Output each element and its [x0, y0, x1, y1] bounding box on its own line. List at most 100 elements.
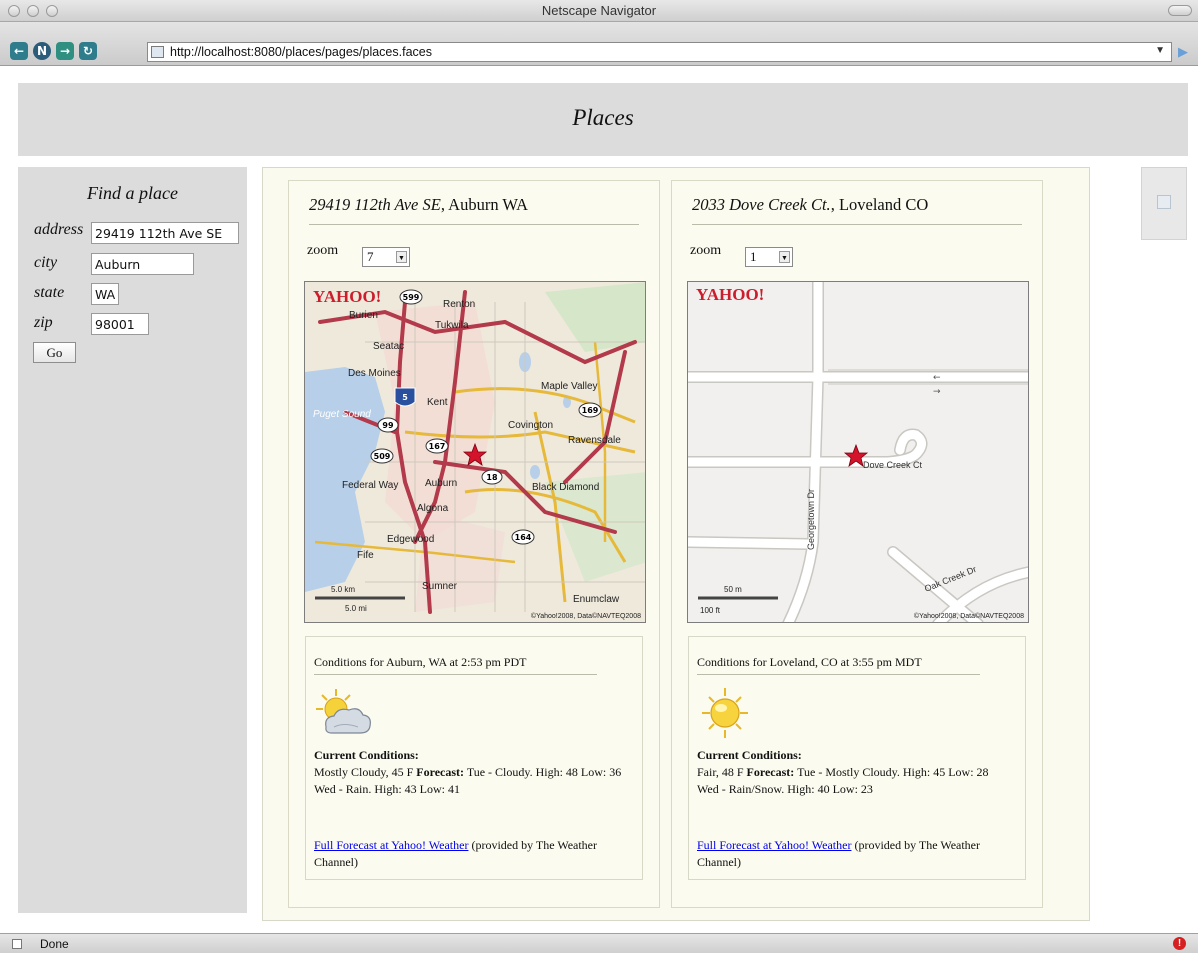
route-shield: 167 [429, 442, 446, 451]
map-graphic: YAHOO! Renton Burien Tukwila Seatac Des … [305, 282, 645, 622]
toolbar-toggle-button[interactable] [1168, 5, 1192, 16]
map-label: Seatac [373, 341, 404, 352]
address-input[interactable]: 29419 112th Ave SE [91, 222, 239, 244]
zoom-label: zoom [690, 243, 722, 258]
divider [692, 224, 1022, 225]
forecast-line-1: Tue - Cloudy. High: 48 Low: 36 [466, 765, 622, 779]
page-header: Places [18, 83, 1188, 156]
city-input[interactable]: Auburn [91, 253, 194, 275]
map-label: Des Moines [348, 368, 401, 379]
map-label: Algona [417, 503, 449, 514]
page-favicon-icon [151, 46, 164, 58]
reload-button[interactable]: ↻ [79, 42, 97, 60]
place-street: 2033 Dove Creek Ct. [692, 195, 831, 214]
find-place-title: Find a place [87, 183, 178, 203]
zoom-select[interactable]: 7 ▼ [362, 247, 410, 267]
window-titlebar: Netscape Navigator [0, 0, 1198, 22]
forecast-line-2: Wed - Rain. High: 43 Low: 41 [314, 782, 461, 796]
forecast-label: Forecast: [416, 765, 465, 779]
map-auburn[interactable]: YAHOO! Renton Burien Tukwila Seatac Des … [304, 281, 646, 623]
find-place-panel: Find a place address 29419 112th Ave SE … [18, 167, 247, 913]
forward-arrow-icon: → [59, 44, 71, 58]
go-arrow-icon[interactable]: ▶ [1178, 44, 1188, 60]
go-button[interactable]: Go [33, 342, 76, 363]
map-label: Maple Valley [541, 381, 598, 392]
place-card-loveland: 2033 Dove Creek Ct., Loveland CO zoom 1 … [671, 180, 1043, 908]
svg-text:←: ← [933, 373, 941, 383]
zip-input[interactable]: 98001 [91, 313, 149, 335]
svg-text:→: → [933, 387, 941, 397]
partly-cloudy-icon [316, 689, 371, 734]
scale-m: 50 m [724, 585, 742, 594]
map-label: Auburn [425, 478, 457, 489]
map-label: Fife [357, 550, 374, 561]
conditions-title: Conditions for Loveland, CO at 3:55 pm M… [697, 655, 922, 669]
status-bar: Done ! [0, 933, 1198, 953]
divider [309, 224, 639, 225]
map-label: Edgewood [387, 534, 434, 545]
scale-mi: 5.0 mi [345, 604, 367, 613]
alert-icon[interactable]: ! [1173, 937, 1186, 950]
map-label: Enumclaw [573, 594, 620, 605]
forecast-line-2: Wed - Rain/Snow. High: 40 Low: 23 [697, 782, 873, 796]
browser-toolbar: ← N → ↻ http://localhost:8080/places/pag… [0, 22, 1198, 66]
forward-button[interactable]: → [56, 42, 74, 60]
sunny-icon [702, 688, 748, 738]
state-label: state [34, 284, 65, 301]
page-title: Places [572, 105, 634, 130]
url-history-dropdown-icon[interactable]: ▼ [1155, 45, 1165, 56]
map-label: Puget Sound [313, 409, 371, 420]
map-label: Dove Creek Ct [863, 460, 923, 470]
map-label: Kent [427, 397, 448, 408]
state-input[interactable]: WA [91, 283, 119, 305]
route-shield: 509 [374, 452, 391, 461]
place-street: 29419 112th Ave SE [309, 195, 441, 214]
divider [697, 674, 980, 675]
netscape-home-button[interactable]: N [33, 42, 51, 60]
url-text[interactable]: http://localhost:8080/places/pages/place… [170, 45, 432, 59]
map-label: Federal Way [342, 480, 398, 491]
current-conditions-label: Current Conditions: [697, 748, 802, 762]
full-forecast-link[interactable]: Full Forecast at Yahoo! Weather [314, 838, 468, 852]
map-label: Black Diamond [532, 482, 599, 493]
city-label: city [34, 254, 58, 271]
chevron-down-icon: ▼ [779, 251, 790, 263]
current-text: Mostly Cloudy, 45 F [314, 765, 414, 779]
back-button[interactable]: ← [10, 42, 28, 60]
scale-ft: 100 ft [700, 606, 721, 615]
full-forecast: Full Forecast at Yahoo! Weather (provide… [697, 837, 1007, 871]
route-shield: 599 [403, 293, 420, 302]
route-shield: 18 [486, 473, 498, 482]
zoom-value: 7 [367, 249, 374, 264]
place-city-state: , Loveland CO [830, 195, 929, 214]
scale-km: 5.0 km [331, 585, 355, 594]
route-shield: 169 [582, 406, 599, 415]
save-panel [1141, 167, 1187, 240]
status-text: Done [40, 937, 69, 951]
conditions-title: Conditions for Auburn, WA at 2:53 pm PDT [314, 655, 527, 669]
map-copyright: ©Yahoo!2008, Data©NAVTEQ2008 [914, 612, 1024, 620]
reload-icon: ↻ [82, 44, 94, 58]
map-label: Sumner [422, 581, 458, 592]
full-forecast: Full Forecast at Yahoo! Weather (provide… [314, 837, 624, 871]
save-icon[interactable] [1157, 195, 1171, 209]
address-bar[interactable]: http://localhost:8080/places/pages/place… [147, 42, 1172, 62]
weather-conditions-box: Conditions for Loveland, CO at 3:55 pm M… [688, 636, 1026, 880]
full-forecast-link[interactable]: Full Forecast at Yahoo! Weather [697, 838, 851, 852]
map-label: Covington [508, 420, 553, 431]
route-shield: 164 [515, 533, 532, 542]
place-city-state: , Auburn WA [440, 195, 529, 214]
map-label: Renton [443, 299, 475, 310]
current-conditions: Current Conditions: Mostly Cloudy, 45 F … [314, 747, 624, 798]
map-loveland[interactable]: ← → YAHOO! Dove Creek Ct Georgetown Dr O… [687, 281, 1029, 623]
yahoo-logo: YAHOO! [696, 285, 764, 304]
map-copyright: ©Yahoo!2008, Data©NAVTEQ2008 [531, 612, 641, 620]
map-label: Ravensdale [568, 435, 621, 446]
back-arrow-icon: ← [13, 44, 25, 58]
zoom-select[interactable]: 1 ▼ [745, 247, 793, 267]
yahoo-logo: YAHOO! [313, 287, 381, 306]
route-shield: 99 [382, 421, 394, 430]
divider [314, 674, 597, 675]
current-text: Fair, 48 F [697, 765, 744, 779]
window-title: Netscape Navigator [541, 3, 657, 18]
